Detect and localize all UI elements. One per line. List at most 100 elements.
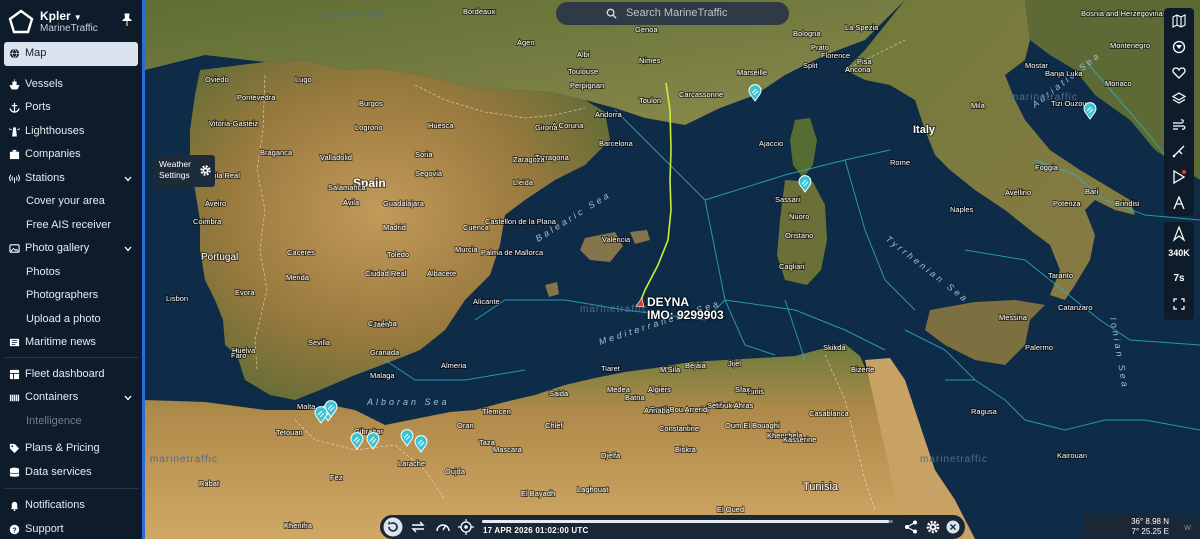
sidebar-item-vessels[interactable]: Vessels: [0, 73, 142, 97]
city-label: Ragusa: [971, 407, 998, 416]
city-label: Constantine: [659, 424, 699, 433]
settings-icon[interactable]: [925, 519, 941, 535]
filters-button[interactable]: [1164, 34, 1194, 60]
sidebar-item-photographers[interactable]: Photographers: [0, 284, 142, 308]
help-icon: ?: [9, 524, 20, 534]
playback-button[interactable]: [1164, 164, 1194, 190]
chevron-down-icon: [124, 176, 132, 181]
city-label: La Spezia: [845, 23, 879, 32]
sidebar-item-label: Intelligence: [26, 414, 82, 427]
replay-icon[interactable]: [383, 517, 403, 537]
sidebar-nav: Map Vessels Ports Lighthouses Companies: [0, 42, 142, 539]
city-label: Bordeaux: [463, 7, 495, 16]
sidebar-item-maritime-news[interactable]: Maritime news: [0, 331, 142, 355]
sidebar: Kpler▼ MarineTraffic Map Vessels Ports: [0, 0, 142, 539]
sidebar-item-label: Maritime news: [25, 336, 96, 348]
sidebar-item-support[interactable]: ? Support: [0, 518, 142, 539]
sidebar-item-map[interactable]: Map: [4, 42, 138, 66]
brand-switcher[interactable]: Kpler ▼ MarineTraffic: [8, 7, 138, 37]
city-label: Tetouan: [276, 428, 303, 437]
filter-icon: [1172, 40, 1186, 54]
chevron-down-icon: [124, 246, 132, 252]
sidebar-item-plans-pricing[interactable]: Plans & Pricing: [0, 437, 142, 461]
tag-icon: [9, 443, 20, 454]
city-label: Oran: [457, 421, 474, 430]
close-icon[interactable]: [946, 520, 960, 534]
sidebar-item-containers[interactable]: Containers: [0, 386, 142, 410]
city-label: Rome: [890, 158, 910, 167]
share-icon[interactable]: [903, 519, 919, 535]
city-label: Nuoro: [789, 212, 809, 221]
search-input[interactable]: Search MarineTraffic: [556, 2, 789, 25]
north-arrow-button[interactable]: [1164, 225, 1194, 246]
city-label: Malta: [297, 402, 316, 411]
refresh-interval[interactable]: 7s: [1164, 273, 1194, 284]
sidebar-item-label: Free AIS receiver: [26, 218, 111, 231]
pin-icon[interactable]: [120, 13, 134, 27]
city-label: Bologna: [793, 29, 821, 38]
sidebar-item-label: Notifications: [25, 499, 85, 511]
search-icon: [606, 8, 617, 19]
city-label: Banja Luka: [1045, 69, 1083, 78]
sidebar-item-stations[interactable]: Stations: [0, 167, 142, 191]
anchor-icon: [9, 102, 20, 113]
favourites-button[interactable]: [1164, 60, 1194, 86]
measure-button[interactable]: [1164, 138, 1194, 164]
longitude: 7° 25.25 E: [1131, 527, 1169, 536]
sidebar-item-label: Upload a photo: [26, 312, 101, 325]
city-label: Montenegro: [1110, 41, 1150, 50]
city-label: Oujda: [445, 467, 466, 476]
coordinate-format-toggle[interactable]: W: [1175, 518, 1200, 539]
live-map[interactable]: Balearic Sea Mediterranean Sea Alboran S…: [145, 0, 1200, 539]
sidebar-divider: [4, 356, 138, 358]
city-label: Cagliari: [779, 262, 805, 271]
sidebar-item-upload-a-photo[interactable]: Upload a photo: [0, 308, 142, 332]
sidebar-item-fleet-dashboard[interactable]: Fleet dashboard: [0, 363, 142, 387]
vessel-imo: IMO: 9299903: [647, 308, 724, 322]
timeline-progress[interactable]: [482, 520, 893, 523]
sidebar-item-photo-gallery[interactable]: Photo gallery: [0, 237, 142, 261]
timeline-datetime: 17 APR 2026 01:02:00 UTC: [483, 526, 589, 535]
sidebar-item-label: Ports: [25, 101, 51, 113]
city-label: Saida: [549, 389, 569, 398]
sidebar-item-companies[interactable]: Companies: [0, 143, 142, 167]
speed-gauge-icon[interactable]: [435, 519, 451, 535]
map-layers-button[interactable]: [1164, 8, 1194, 34]
city-label: Coimbra: [193, 217, 222, 226]
sidebar-item-free-ais-receiver[interactable]: Free AIS receiver: [0, 214, 142, 238]
sidebar-item-notifications[interactable]: Notifications: [0, 494, 142, 518]
sidebar-item-cover-your-area[interactable]: Cover your area: [0, 190, 142, 214]
layers-button[interactable]: [1164, 86, 1194, 112]
city-label: Avellino: [1005, 188, 1031, 197]
routing-button[interactable]: [1164, 190, 1194, 216]
sidebar-item-ports[interactable]: Ports: [0, 96, 142, 120]
kpler-logo: [8, 9, 34, 34]
city-label: Larache: [398, 459, 425, 468]
target-icon[interactable]: [458, 519, 474, 535]
city-label: Valladolid: [320, 153, 352, 162]
city-label: Oum El Bouaghi: [725, 421, 780, 430]
globe-icon: [9, 48, 20, 59]
sidebar-item-data-services[interactable]: Data services: [0, 461, 142, 485]
play-icon: [1173, 170, 1186, 184]
city-label: Faro: [231, 351, 246, 360]
sidebar-item-label: Photos: [26, 265, 61, 278]
map-icon: [1172, 14, 1186, 28]
country-label-tunisia: Tunisia: [803, 481, 839, 493]
swap-icon[interactable]: [410, 519, 426, 535]
chevron-down-icon: [124, 395, 132, 401]
city-label: Pontevedra: [237, 93, 276, 102]
weather-settings-button[interactable]: Weather Settings: [153, 155, 215, 187]
weather-layer-button[interactable]: [1164, 112, 1194, 138]
vessel-label[interactable]: DEYNA IMO: 9299903: [647, 296, 724, 322]
city-label: Caceres: [287, 248, 315, 257]
container-icon: [9, 394, 20, 402]
city-label: Alicante: [473, 297, 500, 306]
city-label: Biskra: [675, 445, 697, 454]
sidebar-item-photos[interactable]: Photos: [0, 261, 142, 285]
brand-product: MarineTraffic: [40, 23, 98, 34]
fullscreen-button[interactable]: [1164, 298, 1194, 316]
sidebar-item-lighthouses[interactable]: Lighthouses: [0, 120, 142, 144]
city-label: Guadalajara: [383, 199, 425, 208]
city-label: Jaen: [373, 320, 389, 329]
